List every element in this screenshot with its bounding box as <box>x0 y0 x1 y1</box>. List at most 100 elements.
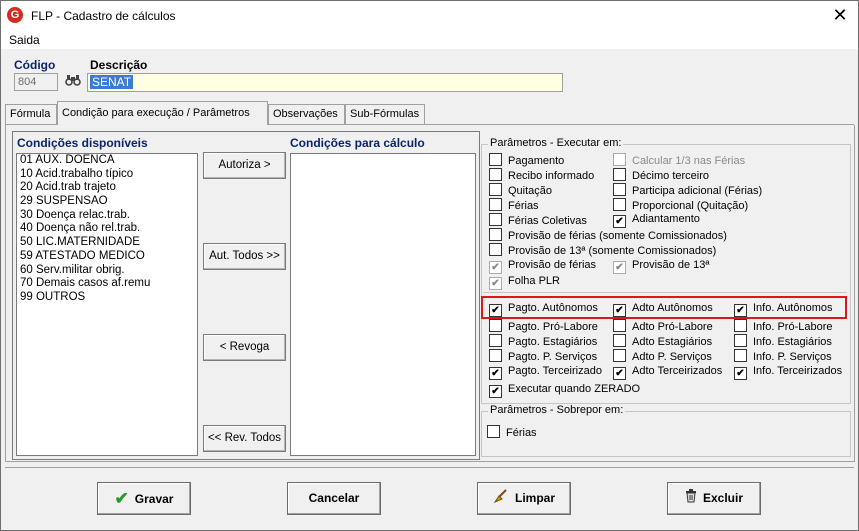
highlight-box <box>481 296 847 319</box>
checkbox-box[interactable] <box>613 198 626 211</box>
list-item[interactable]: 10 Acid.trabalho típico <box>17 168 197 182</box>
tab-formula[interactable]: Fórmula <box>5 104 57 124</box>
checkbox-info-terceirizados[interactable]: Info. Terceirizados <box>734 365 843 380</box>
limpar-button[interactable]: Limpar <box>477 482 571 515</box>
checkbox-label: Pagto. Estagiários <box>508 336 598 348</box>
menu-item-saida[interactable]: Saida <box>9 33 40 47</box>
checkbox-box[interactable] <box>734 349 747 362</box>
checkbox-label: Folha PLR <box>508 275 560 287</box>
checkbox-box[interactable] <box>489 277 502 290</box>
checkbox-box[interactable] <box>613 261 626 274</box>
checkbox-pagto-estagiarios[interactable]: Pagto. Estagiários <box>489 334 597 348</box>
checkbox-decimo-terceiro[interactable]: Décimo terceiro <box>613 168 709 182</box>
close-icon[interactable]: ✕ <box>828 4 852 26</box>
checkbox-box[interactable] <box>613 367 626 380</box>
list-item[interactable]: 01 AUX. DOENCA <box>17 154 197 168</box>
checkbox-box[interactable] <box>613 319 626 332</box>
gravar-button[interactable]: ✔ Gravar <box>97 482 191 515</box>
autoriza-button[interactable]: Autoriza > <box>203 152 286 179</box>
checkbox-box <box>613 153 626 166</box>
checkbox-sobrepor-ferias[interactable]: Férias <box>487 425 537 439</box>
checkbox-ferias-coletivas[interactable]: Férias Coletivas <box>489 213 587 227</box>
binoculars-search-icon[interactable] <box>64 74 82 90</box>
revoga-todos-button[interactable]: << Rev. Todos <box>203 425 286 452</box>
checkbox-participa-adicional[interactable]: Participa adicional (Férias) <box>613 183 762 197</box>
checkbox-label: Proporcional (Quitação) <box>632 200 749 212</box>
checkbox-info-pro-labore[interactable]: Info. Pró-Labore <box>734 319 833 333</box>
checkbox-box[interactable] <box>613 168 626 181</box>
checkbox-label: Quitação <box>508 185 553 197</box>
checkbox-quitacao[interactable]: Quitação <box>489 183 552 197</box>
list-item[interactable]: 29 SUSPENSAO <box>17 195 197 209</box>
checkbox-box[interactable] <box>489 183 502 196</box>
checkbox-executar-zerado[interactable]: Executar quando ZERADO <box>489 383 640 398</box>
checkbox-box[interactable] <box>489 261 502 274</box>
cancelar-button[interactable]: Cancelar <box>287 482 381 515</box>
cancelar-label: Cancelar <box>308 491 360 505</box>
autoriza-todos-button[interactable]: Aut. Todos >> <box>203 243 286 270</box>
list-item[interactable]: 40 Doença não rel.trab. <box>17 222 197 236</box>
checkbox-recibo[interactable]: Recibo informado <box>489 168 594 182</box>
checkbox-label: Info. Pró-Labore <box>753 321 833 333</box>
list-item[interactable]: 50 LIC.MATERNIDADE <box>17 236 197 250</box>
checkbox-pagto-p-servicos[interactable]: Pagto. P. Serviços <box>489 349 597 363</box>
tab-condicao[interactable]: Condição para execução / Parâmetros <box>57 101 268 125</box>
checkbox-box[interactable] <box>489 153 502 166</box>
codigo-field[interactable]: 804 <box>14 73 58 91</box>
checkbox-box[interactable] <box>613 349 626 362</box>
tab-observacoes[interactable]: Observações <box>268 104 345 124</box>
list-item[interactable]: 70 Demais casos af.remu <box>17 277 197 291</box>
checkbox-adiantamento[interactable]: Adiantamento <box>613 213 700 228</box>
checkbox-info-p-servicos[interactable]: Info. P. Serviços <box>734 349 832 363</box>
checkbox-label: Info. Estagiários <box>753 336 832 348</box>
checkbox-box[interactable] <box>613 215 626 228</box>
checkbox-prov-ferias[interactable]: Provisão de férias <box>489 259 596 274</box>
list-item[interactable]: 59 ATESTADO MEDICO <box>17 250 197 264</box>
checkbox-box[interactable] <box>489 243 502 256</box>
checkbox-box[interactable] <box>487 425 500 438</box>
checkbox-box[interactable] <box>489 367 502 380</box>
checkbox-prov-ferias-comis[interactable]: Provisão de férias (somente Comissionado… <box>489 228 727 242</box>
list-item[interactable]: 20 Acid.trab trajeto <box>17 181 197 195</box>
descricao-label: Descrição <box>90 58 148 72</box>
checkbox-adto-estagiarios[interactable]: Adto Estagiários <box>613 334 712 348</box>
checkbox-box[interactable] <box>489 349 502 362</box>
params-exec-legend: Parâmetros - Executar em: <box>488 137 624 149</box>
checkbox-adto-pro-labore[interactable]: Adto Pró-Labore <box>613 319 713 333</box>
checkbox-label: Calcular 1/3 nas Férias <box>632 155 746 167</box>
descricao-field[interactable]: SENAT <box>87 73 563 92</box>
checkbox-box[interactable] <box>734 334 747 347</box>
tab-sub-formulas[interactable]: Sub-Fórmulas <box>345 104 425 124</box>
checkbox-proporcional[interactable]: Proporcional (Quitação) <box>613 198 748 212</box>
checkbox-adto-terceirizados[interactable]: Adto Terceirizados <box>613 365 722 380</box>
checkbox-box[interactable] <box>613 334 626 347</box>
checkbox-box[interactable] <box>489 168 502 181</box>
checkbox-box[interactable] <box>613 183 626 196</box>
checkbox-info-estagiarios[interactable]: Info. Estagiários <box>734 334 832 348</box>
checkbox-box[interactable] <box>734 367 747 380</box>
checkbox-pagamento[interactable]: Pagamento <box>489 153 564 167</box>
checkbox-box[interactable] <box>489 385 502 398</box>
checkbox-box[interactable] <box>489 198 502 211</box>
revoga-button[interactable]: < Revoga <box>203 334 286 361</box>
checkbox-ferias[interactable]: Férias <box>489 198 539 212</box>
checkbox-box[interactable] <box>489 228 502 241</box>
checkbox-box[interactable] <box>489 334 502 347</box>
list-item[interactable]: 30 Doença relac.trab. <box>17 209 197 223</box>
checkbox-prov-13-comis[interactable]: Provisão de 13ª (somente Comissionados) <box>489 243 716 257</box>
list-item[interactable]: 60 Serv.militar obrig. <box>17 264 197 278</box>
checkbox-box[interactable] <box>734 319 747 332</box>
checkbox-prov-13[interactable]: Provisão de 13ª <box>613 259 709 274</box>
calc-conditions-list[interactable] <box>290 153 476 456</box>
checkbox-box[interactable] <box>489 319 502 332</box>
available-conditions-list[interactable]: 01 AUX. DOENCA 10 Acid.trabalho típico 2… <box>16 153 198 456</box>
checkbox-label: Info. Terceirizados <box>753 365 843 377</box>
checkbox-adto-p-servicos[interactable]: Adto P. Serviços <box>613 349 712 363</box>
checkbox-label: Provisão de 13ª (somente Comissionados) <box>508 245 717 257</box>
checkbox-pagto-terceirizado[interactable]: Pagto. Terceirizado <box>489 365 602 380</box>
checkbox-folha-plr[interactable]: Folha PLR <box>489 275 560 290</box>
checkbox-pagto-pro-labore[interactable]: Pagto. Pró-Labore <box>489 319 598 333</box>
checkbox-box[interactable] <box>489 213 502 226</box>
excluir-button[interactable]: Excluir <box>667 482 761 515</box>
list-item[interactable]: 99 OUTROS <box>17 291 197 305</box>
